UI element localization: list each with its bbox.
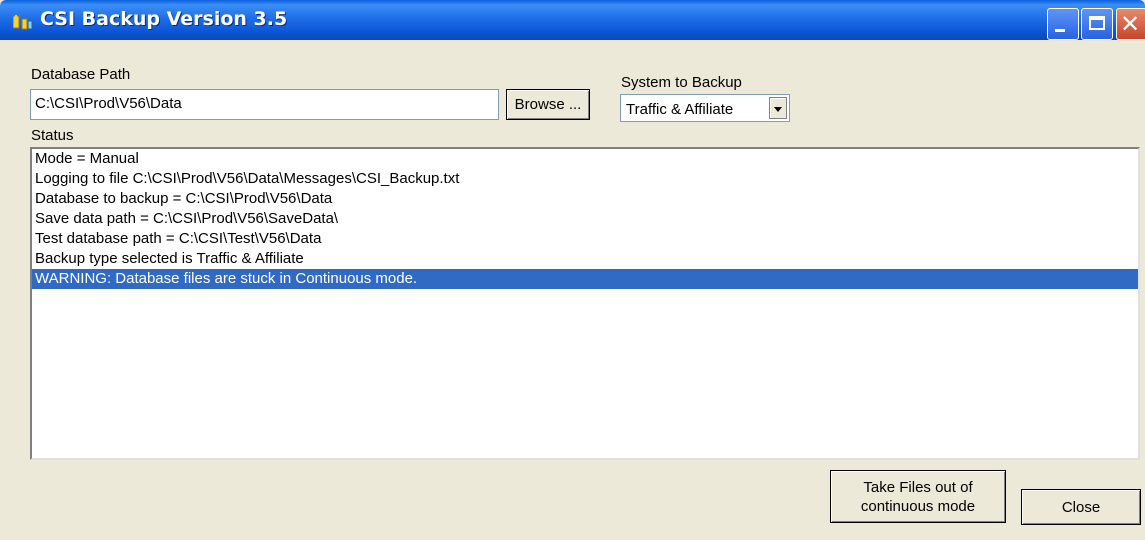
status-line[interactable]: Logging to file C:\CSI\Prod\V56\Data\Mes… <box>32 169 1138 189</box>
browse-button[interactable]: Browse ... <box>506 89 590 120</box>
take-files-label-line1: Take Files out of <box>863 478 973 496</box>
status-label: Status <box>31 127 74 144</box>
window-title: CSI Backup Version 3.5 <box>40 8 288 30</box>
system-to-backup-label: System to Backup <box>621 74 742 91</box>
status-line[interactable]: Database to backup = C:\CSI\Prod\V56\Dat… <box>32 189 1138 209</box>
take-files-label-line2: continuous mode <box>860 497 976 515</box>
database-path-label: Database Path <box>31 66 131 83</box>
minimize-icon <box>1055 29 1065 32</box>
close-window-button[interactable]: ✕ <box>1116 8 1145 40</box>
status-line[interactable]: Test database path = C:\CSI\Test\V56\Dat… <box>32 229 1138 249</box>
status-line-selected[interactable]: WARNING: Database files are stuck in Con… <box>32 269 1138 289</box>
status-listbox[interactable]: Mode = Manual Logging to file C:\CSI\Pro… <box>30 147 1140 460</box>
status-line[interactable]: Mode = Manual <box>32 149 1138 169</box>
maximize-icon <box>1089 16 1105 30</box>
database-path-value: C:\CSI\Prod\V56\Data <box>35 95 182 112</box>
app-icon <box>13 15 33 30</box>
close-icon: ✕ <box>1120 10 1141 38</box>
maximize-button[interactable] <box>1081 8 1113 40</box>
database-path-input[interactable]: C:\CSI\Prod\V56\Data <box>30 89 499 120</box>
app-window: CSI Backup Version 3.5 ✕ Database Path C… <box>0 0 1145 540</box>
system-to-backup-select[interactable]: Traffic & Affiliate <box>620 94 790 122</box>
take-files-out-of-continuous-mode-button[interactable]: Take Files out of continuous mode <box>830 470 1006 523</box>
chevron-down-icon[interactable] <box>769 97 787 119</box>
title-bar[interactable]: CSI Backup Version 3.5 ✕ <box>0 0 1145 40</box>
status-line[interactable]: Backup type selected is Traffic & Affili… <box>32 249 1138 269</box>
minimize-button[interactable] <box>1047 8 1079 40</box>
browse-button-label: Browse ... <box>514 96 582 113</box>
system-to-backup-value: Traffic & Affiliate <box>626 101 734 118</box>
close-button-label: Close <box>1061 498 1101 516</box>
status-line[interactable]: Save data path = C:\CSI\Prod\V56\SaveDat… <box>32 209 1138 229</box>
close-button[interactable]: Close <box>1021 489 1141 525</box>
